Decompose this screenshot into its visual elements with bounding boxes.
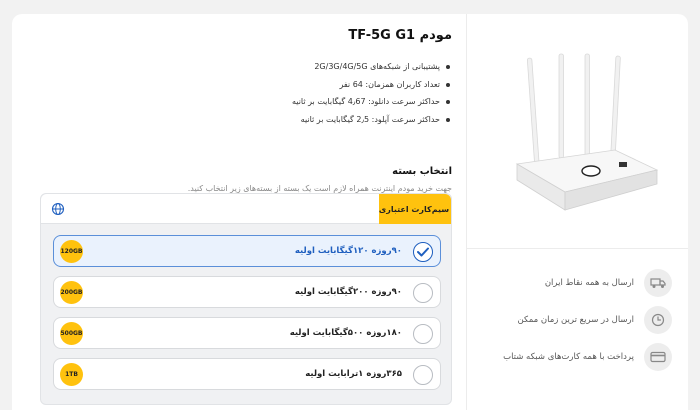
truck-icon [644, 269, 672, 297]
spec-item: حداکثر سرعت آپلود: 2٫5 گیگابایت بر ثانیه [292, 111, 450, 129]
package-option-120gb[interactable]: ۹۰روزه ۱۲۰گیگابایت اولیه 120GB [53, 235, 441, 267]
clock-icon [644, 306, 672, 334]
radio-unchecked[interactable] [413, 365, 433, 385]
package-label: ۳۶۵روزه ۱ترابایت اولیه [305, 369, 402, 379]
credit-card-icon [644, 343, 672, 371]
package-heading: انتخاب بسته [392, 166, 452, 177]
globe-icon[interactable] [51, 202, 65, 216]
spec-item: حداکثر سرعت دانلود: 4٫67 گیگابایت بر ثان… [292, 93, 450, 111]
data-volume-badge: 500GB [60, 322, 83, 345]
tab-prepaid-sim[interactable]: سیم‌کارت اعتباری [377, 194, 451, 224]
product-card: مودم TF-5G G1 پشتیبانی از شبکه‌های 2G/3G… [12, 14, 688, 410]
tab-strip [41, 194, 379, 224]
feature-label: ارسال در سریع ترین زمان ممکن [517, 315, 634, 325]
product-title: مودم TF-5G G1 [348, 28, 452, 43]
radio-checked[interactable] [413, 242, 433, 262]
feature-label: پرداخت با همه کارت‌های شبکه شتاب [503, 352, 634, 362]
radio-unchecked[interactable] [413, 324, 433, 344]
product-sidebar: ارسال به همه نقاط ایران ارسال در سریع تر… [466, 14, 688, 410]
spec-list: پشتیبانی از شبکه‌های 2G/3G/4G/5G تعداد ک… [292, 58, 450, 128]
product-main: مودم TF-5G G1 پشتیبانی از شبکه‌های 2G/3G… [12, 14, 466, 410]
check-icon [417, 247, 429, 257]
package-option-1tb[interactable]: ۳۶۵روزه ۱ترابایت اولیه 1TB [53, 358, 441, 390]
radio-unchecked[interactable] [413, 283, 433, 303]
data-volume-badge: 1TB [60, 363, 83, 386]
sidebar-divider [467, 248, 688, 249]
package-option-200gb[interactable]: ۹۰روزه ۲۰۰گیگابایت اولیه 200GB [53, 276, 441, 308]
router-image [515, 53, 659, 211]
package-label: ۹۰روزه ۱۲۰گیگابایت اولیه [294, 246, 402, 256]
spec-item: تعداد کاربران همزمان: 64 نفر [292, 76, 450, 94]
package-description: جهت خرید مودم اینترنت همراه لازم است یک … [187, 184, 452, 193]
data-volume-badge: 200GB [60, 281, 83, 304]
feature-fast-delivery: ارسال در سریع ترین زمان ممکن [518, 306, 672, 334]
feature-shipping: ارسال به همه نقاط ایران [545, 269, 672, 297]
package-label: ۱۸۰روزه ۵۰۰گیگابایت اولیه [289, 328, 402, 338]
package-selector: سیم‌کارت اعتباری ۹۰روزه ۱۲۰گیگابایت اولی… [40, 193, 452, 405]
package-label: ۹۰روزه ۲۰۰گیگابایت اولیه [294, 287, 402, 297]
spec-item: پشتیبانی از شبکه‌های 2G/3G/4G/5G [292, 58, 450, 76]
data-volume-badge: 120GB [60, 240, 83, 263]
package-option-500gb[interactable]: ۱۸۰روزه ۵۰۰گیگابایت اولیه 500GB [53, 317, 441, 349]
feature-label: ارسال به همه نقاط ایران [544, 278, 634, 288]
feature-payment: پرداخت با همه کارت‌های شبکه شتاب [503, 343, 672, 371]
